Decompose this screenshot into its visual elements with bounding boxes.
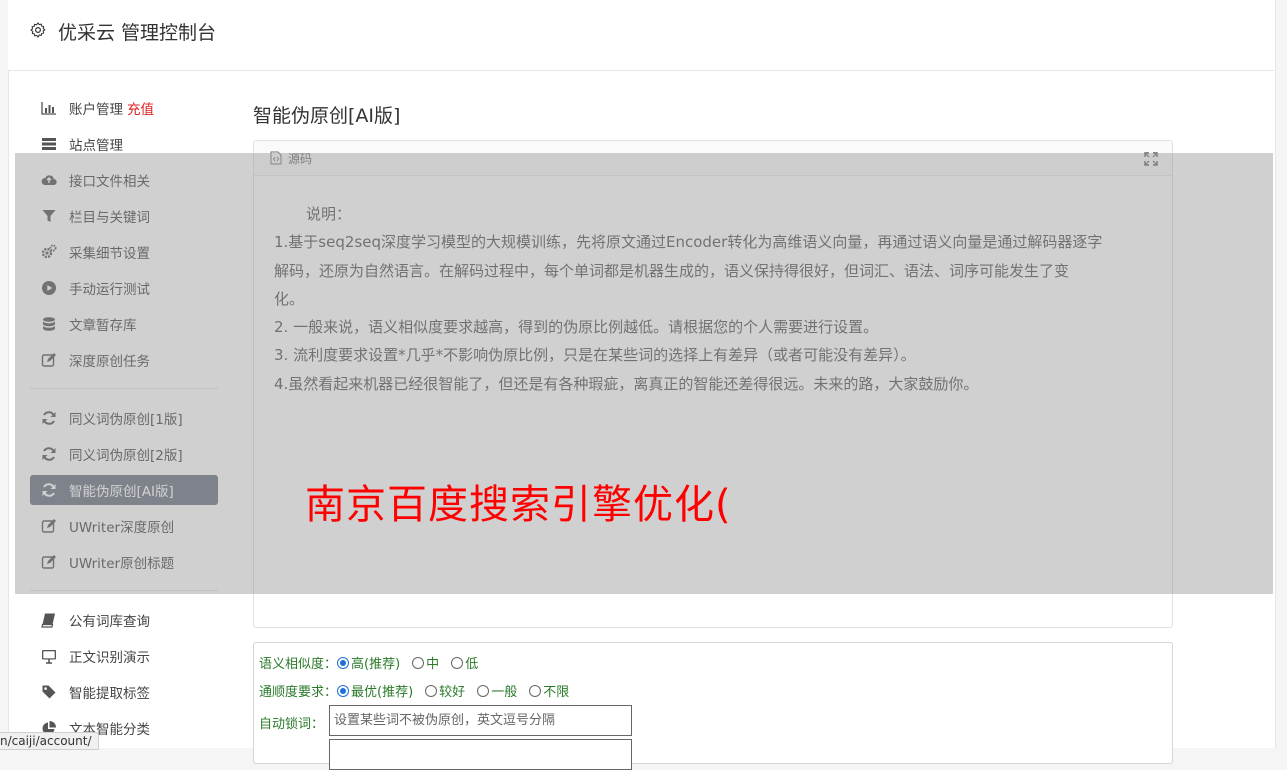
monitor-icon (40, 648, 57, 665)
radio-selected[interactable] (337, 684, 350, 697)
fluency-option-good[interactable]: 较好 (425, 681, 465, 700)
top-header: 优采云 管理控制台 (8, 0, 1274, 71)
lock-words-row: 自动锁词： (259, 713, 324, 732)
option-label: 最优(推荐) (351, 685, 414, 700)
settings-panel: 语义相似度： 高(推荐) 中 低 通顺度要求： 最优(推荐) 较好 一般 不限 … (253, 642, 1173, 770)
app-title: 优采云 管理控制台 (58, 22, 217, 44)
page-title: 智能伪原创[AI版] (253, 105, 401, 127)
recharge-link[interactable]: 充值 (127, 98, 154, 118)
option-label: 低 (465, 657, 479, 672)
option-label: 一般 (491, 685, 518, 700)
similarity-label: 语义相似度： (259, 657, 338, 672)
sidebar-item-label: 智能提取标签 (69, 686, 150, 702)
radio[interactable] (425, 684, 438, 697)
sidebar-item-label: 账户管理 (69, 102, 123, 118)
similarity-option-high[interactable]: 高(推荐) (337, 653, 400, 672)
option-label: 高(推荐) (351, 657, 401, 672)
bar-chart-icon (40, 100, 57, 117)
radio[interactable] (529, 684, 542, 697)
lock-words-label: 自动锁词： (259, 717, 325, 732)
watermark-text: 南京百度搜索引擎优化( (305, 482, 732, 528)
sidebar-item-label: 正文识别演示 (69, 650, 150, 666)
secondary-input[interactable] (329, 739, 632, 770)
sidebar-item-label: 站点管理 (69, 138, 123, 154)
fluency-option-normal[interactable]: 一般 (477, 681, 517, 700)
sidebar-item-extract-tags[interactable]: 智能提取标签 (30, 674, 218, 710)
radio[interactable] (412, 656, 425, 669)
sidebar-item-account[interactable]: 账户管理 充值 (30, 90, 218, 126)
radio[interactable] (451, 656, 464, 669)
lock-words-input[interactable] (329, 705, 632, 736)
similarity-row: 语义相似度： 高(推荐) 中 低 (259, 653, 490, 672)
radio-selected[interactable] (337, 656, 350, 669)
option-label: 较好 (439, 685, 466, 700)
similarity-option-low[interactable]: 低 (451, 653, 478, 672)
similarity-option-mid[interactable]: 中 (412, 653, 439, 672)
radio[interactable] (477, 684, 490, 697)
sidebar-item-public-lexicon[interactable]: 公有词库查询 (30, 602, 218, 638)
sidebar-item-label: 公有词库查询 (69, 614, 150, 630)
fluency-option-best[interactable]: 最优(推荐) (337, 681, 413, 700)
fluency-row: 通顺度要求： 最优(推荐) 较好 一般 不限 (259, 681, 581, 700)
sidebar-item-text-recognition[interactable]: 正文识别演示 (30, 638, 218, 674)
tag-icon (40, 684, 57, 701)
gear-icon (30, 22, 46, 38)
book-icon (40, 612, 57, 629)
fluency-label: 通顺度要求： (259, 685, 338, 700)
status-bar-url: n/caiji/account/ (0, 732, 99, 750)
fluency-option-any[interactable]: 不限 (529, 681, 569, 700)
option-label: 不限 (543, 685, 570, 700)
server-icon (40, 136, 57, 153)
option-label: 中 (426, 657, 440, 672)
